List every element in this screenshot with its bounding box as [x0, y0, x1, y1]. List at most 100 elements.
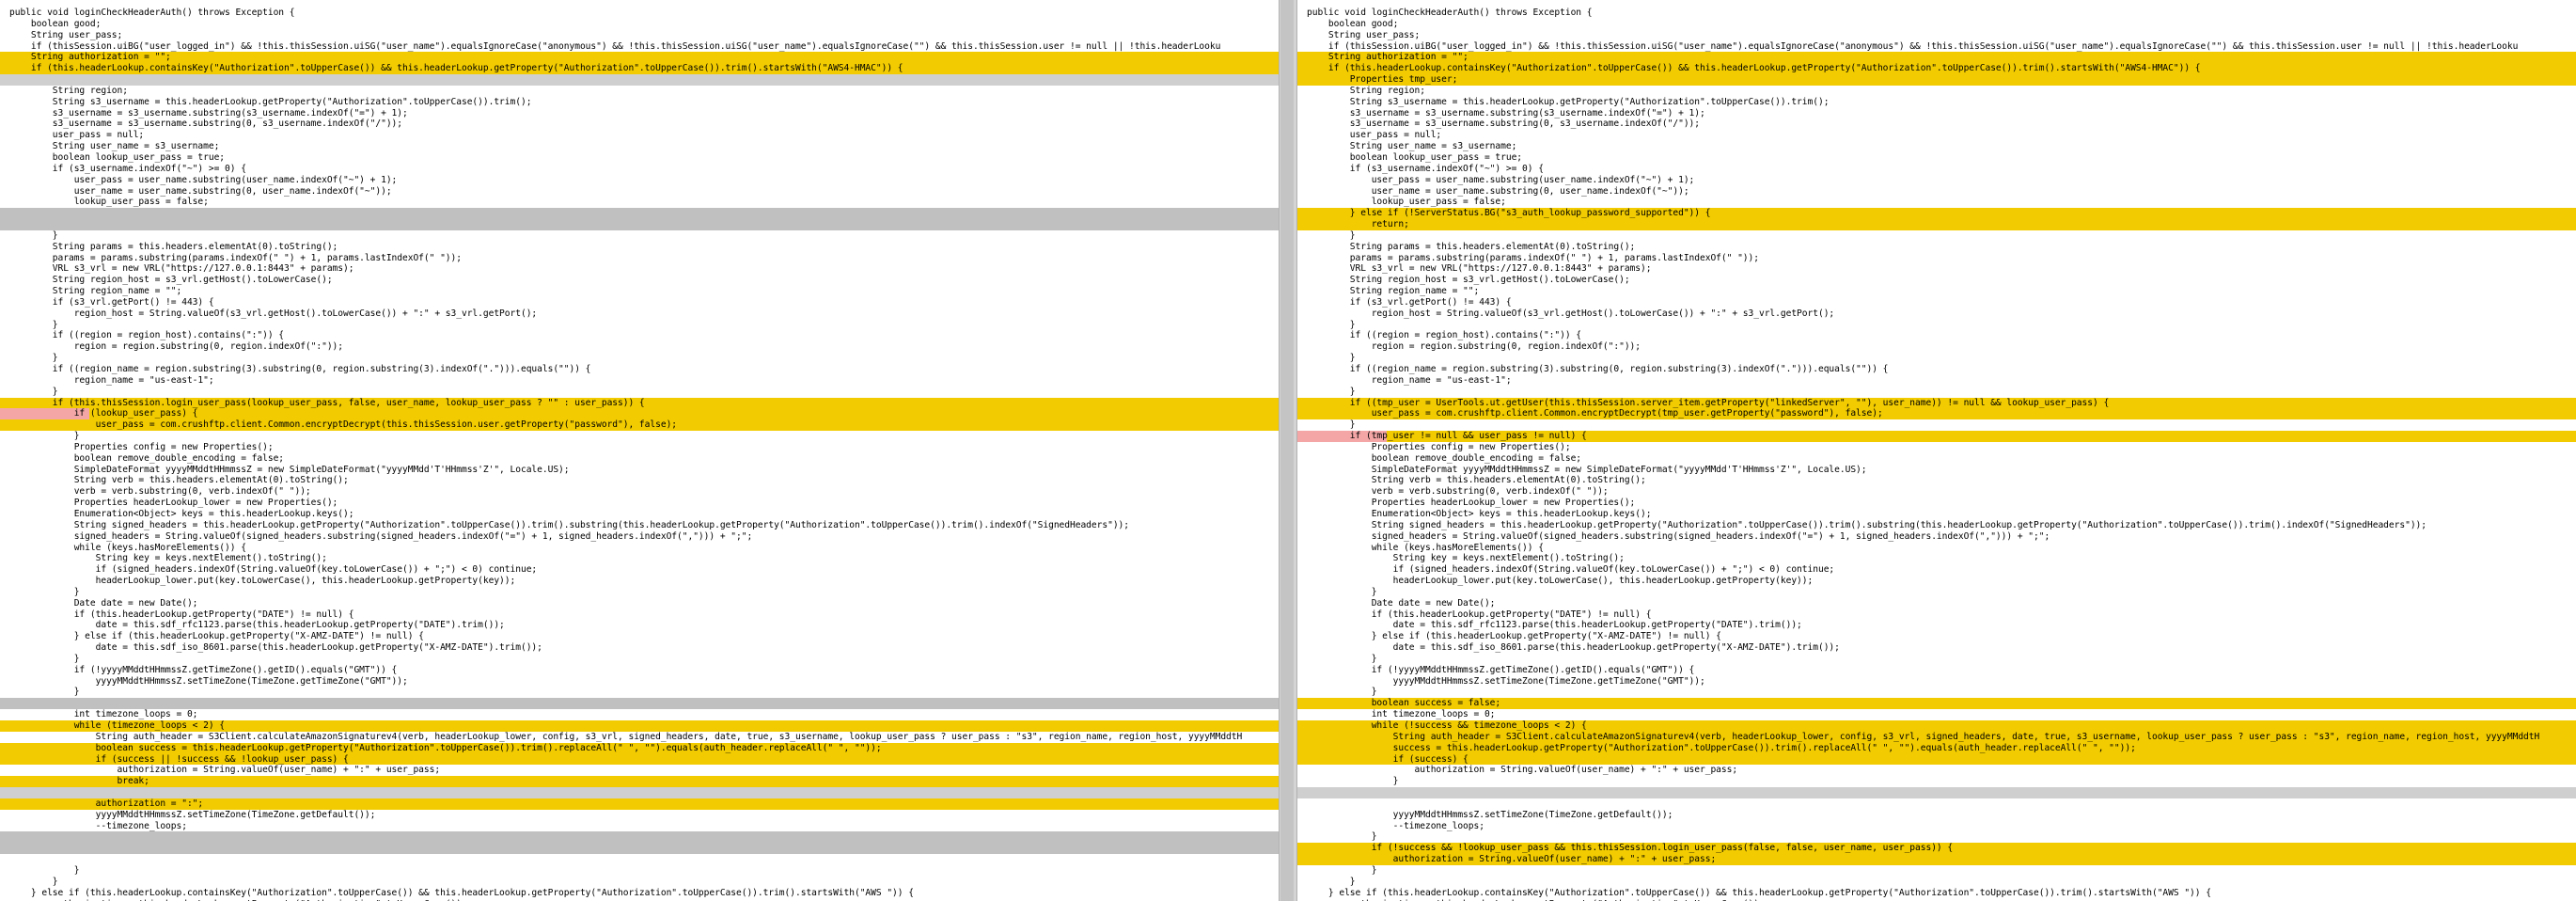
code-line: if (s3_username.indexOf("~") >= 0) {	[9, 163, 246, 174]
code-line: authorization = String.valueOf(user_name…	[1307, 765, 1738, 776]
code-line: date = this.sdf_iso_8601.parse(this.head…	[9, 642, 542, 654]
code-line: } else if (this.headerLookup.containsKey…	[1307, 887, 2211, 898]
code-line: if (this.headerLookup.containsKey("Autho…	[0, 63, 1279, 75]
code-line: if (!yyyyMMddtHHmmssZ.getTimeZone().getI…	[1307, 664, 1695, 675]
code-line: authorization = String.valueOf(user_name…	[9, 765, 441, 776]
code-line: String key = keys.nextElement().toString…	[1307, 553, 1625, 564]
code-line: String region_name = "";	[1307, 286, 1480, 297]
code-line: date = this.sdf_iso_8601.parse(this.head…	[1307, 642, 1840, 654]
code-line: region_host = String.valueOf(s3_vrl.getH…	[1307, 308, 1835, 319]
code-line: s3_username = s3_username.substring(0, s…	[1307, 119, 1700, 130]
code-line: String params = this.headers.elementAt(0…	[1307, 241, 1636, 252]
code-line	[0, 698, 1279, 710]
code-line: String s3_username = this.headerLookup.g…	[9, 96, 532, 107]
code-line: while (keys.hasMoreElements()) {	[1307, 542, 1544, 553]
code-line: public void loginCheckHeaderAuth() throw…	[1307, 8, 1593, 18]
code-line: String authorization = "";	[1297, 52, 2576, 64]
code-line: String user_name = s3_username;	[9, 141, 220, 152]
diff-viewer: public void loginCheckHeaderAuth() throw…	[0, 0, 2576, 901]
code-line: user_pass = null;	[1307, 130, 1442, 141]
code-line: } else if (this.headerLookup.containsKey…	[9, 887, 914, 898]
code-line	[0, 208, 1279, 220]
code-line	[0, 843, 1279, 855]
code-line: params = params.substring(params.indexOf…	[9, 252, 462, 263]
code-line: }	[9, 586, 80, 597]
code-lines-right: public void loginCheckHeaderAuth() throw…	[1297, 0, 2576, 901]
code-line: if (this.headerLookup.getProperty("DATE"…	[1307, 609, 1652, 620]
code-line	[1297, 787, 2576, 798]
code-line: region_name = "us-east-1";	[1307, 374, 1512, 386]
code-line: String region_host = s3_vrl.getHost().to…	[9, 275, 333, 286]
code-line: region = region.substring(0, region.inde…	[9, 341, 344, 353]
code-line: verb = verb.substring(0, verb.indexOf(" …	[9, 486, 311, 498]
code-line: Enumeration<Object> keys = this.headerLo…	[1307, 508, 1652, 519]
code-line: if ((region = region_host).contains(":")…	[9, 330, 285, 341]
code-line: } else if (this.headerLookup.getProperty…	[1307, 631, 1721, 642]
code-line: signed_headers = String.valueOf(signed_h…	[9, 530, 753, 542]
code-line: date = this.sdf_rfc1123.parse(this.heade…	[9, 620, 505, 631]
code-line: }	[1307, 586, 1377, 597]
code-line: }	[9, 386, 58, 397]
code-line: }	[1307, 831, 1377, 843]
code-line: Properties headerLookup_lower = new Prop…	[9, 498, 338, 509]
code-lines-left: public void loginCheckHeaderAuth() throw…	[0, 0, 1279, 901]
code-line: if (!success && !lookup_user_pass && thi…	[1297, 843, 2576, 855]
code-line: }	[1307, 386, 1356, 397]
code-line: --timezone_loops;	[9, 820, 187, 831]
code-line: lookup_user_pass = false;	[1307, 197, 1506, 208]
code-line: user_pass = user_name.substring(user_nam…	[1307, 174, 1695, 185]
code-line: if (s3_vrl.getPort() != 443) {	[1307, 296, 1512, 308]
code-line: if (s3_vrl.getPort() != 443) {	[9, 296, 214, 308]
code-line: String verb = this.headers.elementAt(0).…	[1307, 475, 1646, 486]
code-line: Enumeration<Object> keys = this.headerLo…	[9, 508, 354, 519]
code-line: String signed_headers = this.headerLooku…	[9, 519, 1129, 530]
code-line: }	[1307, 353, 1356, 364]
diff-pane-right[interactable]: public void loginCheckHeaderAuth() throw…	[1297, 0, 2576, 901]
code-line: boolean remove_double_encoding = false;	[9, 452, 285, 464]
code-line: }	[9, 687, 80, 698]
code-line: if (thisSession.uiBG("user_logged_in") &…	[1307, 40, 2519, 52]
code-line: Properties headerLookup_lower = new Prop…	[1307, 498, 1636, 509]
code-line: String s3_username = this.headerLookup.g…	[1307, 96, 1830, 107]
code-line	[0, 74, 1279, 86]
code-line: s3_username = s3_username.substring(s3_u…	[1307, 107, 1705, 119]
code-line: Date date = new Date();	[1307, 597, 1496, 609]
code-line: }	[1307, 876, 1356, 887]
code-line: boolean success = this.headerLookup.getP…	[0, 742, 1279, 754]
code-line: s3_username = s3_username.substring(0, s…	[9, 119, 402, 130]
diff-pane-left[interactable]: public void loginCheckHeaderAuth() throw…	[0, 0, 1279, 901]
code-line: if (this.headerLookup.containsKey("Autho…	[1297, 63, 2576, 75]
vertical-scrollbar[interactable]	[1280, 0, 1294, 901]
code-line: user_name = user_name.substring(0, user_…	[1307, 185, 1689, 197]
code-line: lookup_user_pass = false;	[9, 197, 209, 208]
code-line: String user_name = s3_username;	[1307, 141, 1517, 152]
code-line: user_name = user_name.substring(0, user_…	[9, 185, 392, 197]
code-line: while (!success && timezone_loops < 2) {	[1297, 720, 2576, 732]
code-line: if (lookup_user_pass) {	[0, 408, 1279, 420]
code-line: boolean lookup_user_pass = true;	[9, 151, 226, 163]
code-line: if (s3_username.indexOf("~") >= 0) {	[1307, 163, 1544, 174]
code-line: String user_pass;	[1307, 29, 1421, 40]
code-line: break;	[0, 776, 1279, 788]
code-line: }	[9, 653, 80, 664]
code-line: authorization = String.valueOf(user_name…	[1297, 854, 2576, 865]
code-line: verb = verb.substring(0, verb.indexOf(" …	[1307, 486, 1609, 498]
code-line: if ((tmp_user = UserTools.ut.getUser(thi…	[1297, 397, 2576, 409]
code-line: Date date = new Date();	[9, 597, 198, 609]
code-line: }	[9, 353, 58, 364]
code-line: int timezone_loops = 0;	[1307, 709, 1496, 720]
code-line: }	[1307, 776, 1399, 787]
code-line: String verb = this.headers.elementAt(0).…	[9, 475, 349, 486]
code-line: }	[1307, 419, 1356, 431]
code-line: --timezone_loops;	[1307, 820, 1484, 831]
code-line: String signed_headers = this.headerLooku…	[1307, 519, 2427, 530]
code-line: region = region.substring(0, region.inde…	[1307, 341, 1641, 353]
code-line: String auth_header = S3Client.calculateA…	[1297, 731, 2576, 743]
code-line: }	[1307, 864, 1377, 876]
code-line: Properties config = new Properties();	[1307, 441, 1571, 452]
code-line: VRL s3_vrl = new VRL("https://127.0.0.1:…	[1307, 263, 1652, 275]
code-line: if ((region = region_host).contains(":")…	[1307, 330, 1582, 341]
code-line: while (timezone_loops < 2) {	[0, 720, 1279, 732]
code-line: if (tmp_user != null && user_pass != nul…	[1297, 431, 2576, 442]
